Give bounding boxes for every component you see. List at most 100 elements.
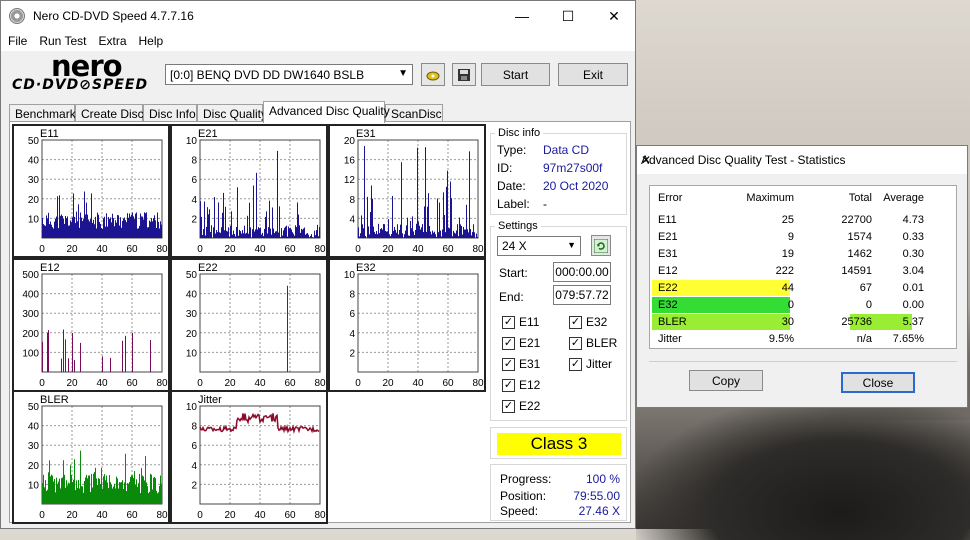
- close-button[interactable]: ✕: [591, 1, 637, 31]
- minimize-button[interactable]: —: [499, 1, 545, 31]
- bar: [103, 218, 104, 238]
- bar: [407, 218, 408, 238]
- bar: [158, 492, 159, 504]
- bar: [88, 220, 89, 238]
- bar: [245, 234, 246, 238]
- bar: [127, 213, 128, 238]
- tab-disc-quality[interactable]: Disc Quality: [197, 104, 263, 122]
- bar: [105, 480, 106, 504]
- bar: [124, 482, 125, 504]
- y-tick-label: 50: [186, 270, 198, 281]
- chart-svg: 108642020406080E32: [330, 260, 484, 390]
- bar: [437, 198, 438, 238]
- bar: [149, 221, 150, 238]
- bar: [439, 203, 440, 238]
- y-tick-label: 200: [22, 329, 39, 340]
- bar: [363, 228, 364, 238]
- bar: [64, 475, 65, 504]
- bar: [160, 476, 161, 504]
- chart-svg: 20161284020406080E31: [330, 126, 484, 256]
- bar: [306, 234, 307, 238]
- bar: [76, 212, 77, 238]
- e12-checkbox[interactable]: ✓: [502, 379, 515, 392]
- bar: [70, 220, 71, 238]
- bar: [467, 229, 468, 238]
- stats-header-cell: Error: [658, 192, 718, 204]
- end-field[interactable]: 079:57.72: [553, 285, 611, 305]
- y-tick-label: 30: [186, 309, 198, 320]
- bar: [109, 219, 110, 238]
- disc-eject-icon: [425, 67, 441, 83]
- jitter-checkbox[interactable]: ✓: [569, 358, 582, 371]
- bar: [69, 483, 70, 504]
- bar: [102, 489, 103, 504]
- start-button[interactable]: Start: [481, 63, 550, 86]
- speed-select[interactable]: 24 X▼: [497, 236, 581, 256]
- exit-button[interactable]: Exit: [558, 63, 628, 86]
- copy-button[interactable]: Copy: [689, 370, 763, 391]
- eject-button[interactable]: [421, 63, 445, 86]
- bar: [82, 221, 83, 238]
- maximize-button[interactable]: ☐: [545, 1, 591, 31]
- bar: [77, 488, 78, 504]
- bar: [95, 468, 96, 504]
- tab-advanced-disc-quality[interactable]: Advanced Disc Quality: [263, 101, 385, 123]
- bar: [252, 229, 253, 238]
- bar: [92, 223, 93, 238]
- y-tick-label: 16: [344, 156, 356, 167]
- tab-create-disc[interactable]: Create Disc: [75, 104, 143, 122]
- e21-checkbox[interactable]: ✓: [502, 337, 515, 350]
- bar: [313, 237, 314, 238]
- date-value: 20 Oct 2020: [543, 179, 608, 193]
- refresh-button[interactable]: [591, 235, 611, 256]
- e22-checkbox[interactable]: ✓: [502, 400, 515, 413]
- tab-benchmark[interactable]: Benchmark: [9, 104, 75, 122]
- statistics-table: ErrorMaximumTotalAverageE1125227004.73E2…: [649, 185, 957, 349]
- bar: [452, 236, 453, 238]
- bar: [114, 226, 115, 238]
- bar: [220, 233, 221, 238]
- dialog-close-icon[interactable]: ✕: [641, 153, 957, 167]
- x-tick-label: 40: [96, 510, 108, 521]
- dialog-close-button[interactable]: Close: [841, 372, 915, 393]
- chart-title: BLER: [40, 394, 69, 406]
- bar: [392, 196, 393, 238]
- menu-run-test[interactable]: Run Test: [32, 31, 91, 48]
- bar: [56, 478, 57, 504]
- bar: [88, 476, 89, 504]
- menu-extra[interactable]: Extra: [91, 31, 131, 48]
- x-tick-label: 20: [224, 510, 236, 521]
- e32-checkbox[interactable]: ✓: [569, 316, 582, 329]
- bar: [65, 216, 66, 238]
- dialog-title-bar: Advanced Disc Quality Test - Statistics …: [637, 146, 967, 174]
- bar: [415, 230, 416, 238]
- bar: [241, 234, 242, 238]
- bar: [121, 228, 122, 238]
- bar: [203, 229, 204, 238]
- start-field[interactable]: 000:00.00: [553, 262, 611, 282]
- disc-info-title: Disc info: [495, 127, 543, 139]
- drive-select[interactable]: [0:0] BENQ DVD DD DW1640 BSLB▼: [165, 64, 413, 85]
- save-button[interactable]: [452, 63, 476, 86]
- bar: [260, 228, 261, 238]
- bler-checkbox[interactable]: ✓: [569, 337, 582, 350]
- tab-scandisc[interactable]: ScanDisc: [385, 104, 443, 122]
- bar: [61, 215, 62, 238]
- bar: [214, 197, 215, 238]
- menu-file[interactable]: File: [1, 31, 32, 48]
- x-tick-label: 40: [254, 510, 266, 521]
- e31-checkbox[interactable]: ✓: [502, 358, 515, 371]
- bar: [251, 237, 252, 238]
- stats-cell: 25: [734, 214, 794, 226]
- tab-disc-info[interactable]: Disc Info: [143, 104, 197, 122]
- bar: [131, 475, 132, 504]
- bar: [361, 215, 362, 238]
- menu-help[interactable]: Help: [132, 31, 169, 48]
- x-tick-label: 0: [39, 510, 45, 521]
- bar: [240, 231, 241, 238]
- bar: [218, 202, 219, 238]
- bar: [130, 217, 131, 238]
- e11-checkbox[interactable]: ✓: [502, 316, 515, 329]
- x-tick-label: 60: [442, 378, 454, 389]
- bar: [410, 221, 411, 238]
